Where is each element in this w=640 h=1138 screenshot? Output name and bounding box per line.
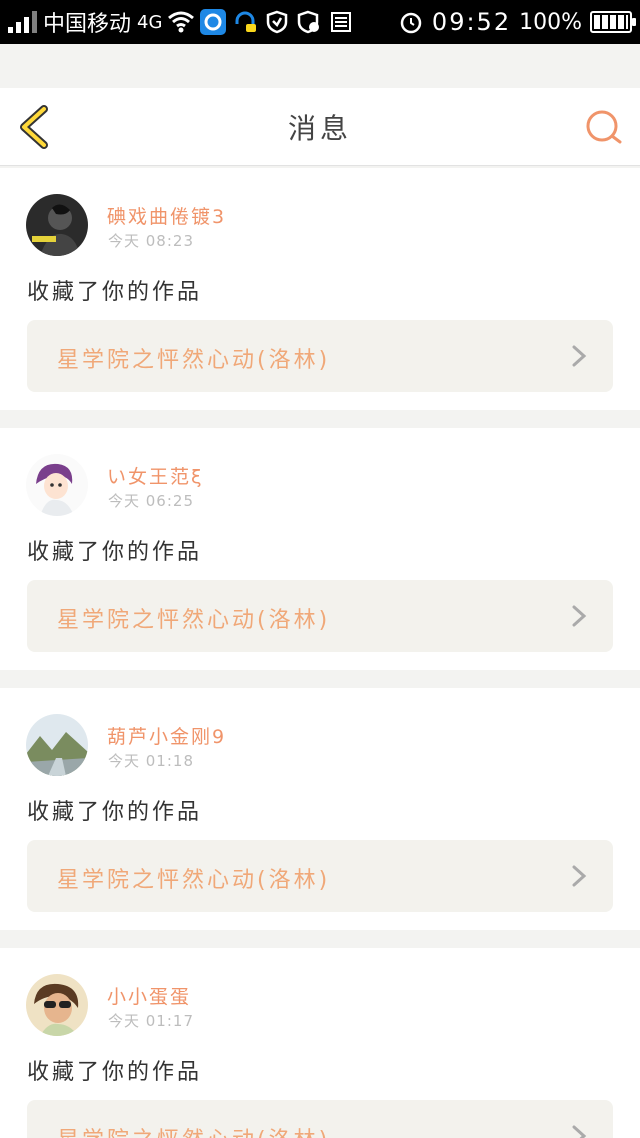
avatar[interactable] [26,194,88,256]
message-card: 小小蛋蛋 今天 01:17 收藏了你的作品 星学院之怦然心动(洛林) [0,948,640,1138]
storage-icon [328,9,354,35]
battery-percent: 100% [519,9,582,35]
work-link[interactable]: 星学院之怦然心动(洛林) [27,840,613,912]
work-title: 星学院之怦然心动(洛林) [57,608,331,633]
chevron-right-icon [572,345,587,367]
page-title: 消息 [287,111,352,145]
back-button[interactable] [14,104,54,150]
chevron-right-icon [572,865,587,887]
shield-check-icon [296,9,322,35]
avatar[interactable] [26,714,88,776]
app-notification-icon [200,9,227,35]
battery-icon [590,11,636,33]
work-title: 星学院之怦然心动(洛林) [57,1122,330,1138]
signal-icon [8,11,37,33]
action-text: 收藏了你的作品 [27,800,203,825]
search-button[interactable] [582,106,626,150]
timestamp: 今天 06:25 [108,492,194,510]
work-title: 星学院之怦然心动(洛林) [57,348,331,373]
work-title: 星学院之怦然心动(洛林) [57,868,331,893]
chevron-right-icon [572,605,587,627]
message-card: い女王范ξ 今天 06:25 收藏了你的作品 星学院之怦然心动(洛林) [0,428,640,670]
message-card: 葫芦小金刚9 今天 01:18 收藏了你的作品 星学院之怦然心动(洛林) [0,688,640,930]
message-card: 碘戏曲倦镀3 今天 08:23 收藏了你的作品 星学院之怦然心动(洛林) [0,168,640,410]
chevron-left-icon [20,105,48,149]
shield-icon [264,9,290,35]
username[interactable]: 葫芦小金刚9 [107,722,226,749]
carrier-name: 中国移动 [43,12,132,37]
work-link[interactable]: 星学院之怦然心动(洛林) [27,1100,613,1138]
work-link[interactable]: 星学院之怦然心动(洛林) [27,320,613,392]
username[interactable]: い女王范ξ [107,462,204,489]
username[interactable]: 碘戏曲倦镀3 [107,202,226,229]
search-icon [586,110,622,144]
action-text: 收藏了你的作品 [27,280,203,305]
username[interactable]: 小小蛋蛋 [107,982,191,1009]
wifi-icon [168,9,195,35]
network-type: 4G [137,11,163,33]
avatar[interactable] [26,974,88,1036]
headset-icon [232,9,258,35]
clock-time: 09:52 [431,8,512,36]
chevron-right-icon [572,1125,587,1138]
navigation-header: 消息 [0,88,640,166]
timestamp: 今天 01:18 [108,752,194,770]
action-text: 收藏了你的作品 [27,1060,203,1085]
status-bar: 中国移动 4G 09:52 100% [0,0,640,44]
timestamp: 今天 01:17 [108,1012,194,1030]
avatar[interactable] [26,454,88,516]
timestamp: 今天 08:23 [108,232,194,250]
action-text: 收藏了你的作品 [27,540,203,565]
work-link[interactable]: 星学院之怦然心动(洛林) [27,580,613,652]
alarm-icon [398,9,424,35]
